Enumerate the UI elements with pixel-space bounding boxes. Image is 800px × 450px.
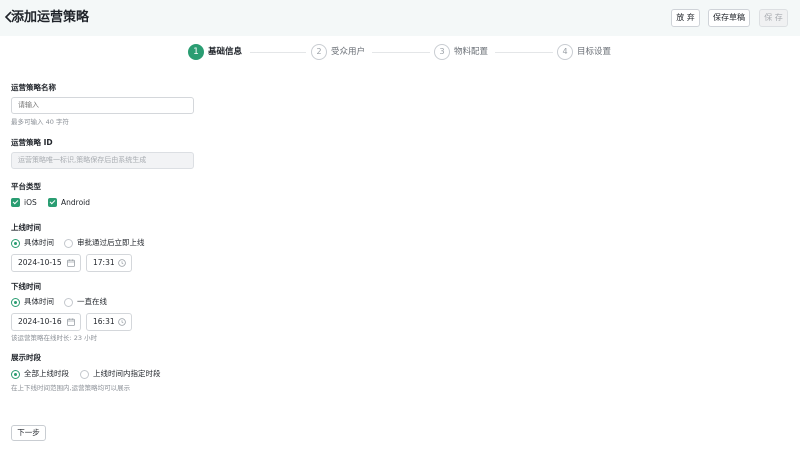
- display-period-hint: 在上下线时间范围内,运营策略均可以展示: [11, 384, 131, 392]
- all-online-period-radio[interactable]: [11, 369, 20, 379]
- ios-checkbox[interactable]: [11, 198, 20, 207]
- step-number: 1: [188, 44, 204, 60]
- display-period-label: 展示时段: [11, 353, 41, 362]
- clock-icon: [118, 318, 126, 326]
- online-time-picker[interactable]: 17:31: [86, 254, 132, 272]
- calendar-icon: [67, 318, 75, 326]
- android-label: Android: [61, 198, 90, 207]
- discard-button[interactable]: 放 弃: [671, 9, 700, 27]
- platform-options: iOS Android: [11, 198, 411, 208]
- always-online-radio[interactable]: [64, 297, 73, 307]
- strategy-name-input[interactable]: [11, 97, 194, 114]
- page-header: 添加运营策略 放 弃 保存草稿 保 存: [0, 0, 800, 36]
- online-time-value: 17:31: [93, 258, 115, 267]
- android-checkbox[interactable]: [48, 198, 57, 207]
- display-period-options: 全部上线时段 上线时间内指定时段: [11, 369, 411, 379]
- page-title: 添加运营策略: [11, 10, 90, 25]
- always-online-label: 一直在线: [77, 297, 107, 306]
- save-button: 保 存: [759, 9, 788, 27]
- step-connector: [372, 52, 430, 53]
- online-time-label: 上线时间: [11, 223, 41, 232]
- online-date-value: 2024-10-15: [18, 258, 62, 267]
- strategy-name-label: 运营策略名称: [11, 83, 56, 92]
- online-specific-radio[interactable]: [11, 238, 20, 248]
- step-label: 物料配置: [454, 47, 489, 57]
- specified-period-label: 上线时间内指定时段: [93, 369, 161, 378]
- step-number: 4: [557, 44, 573, 60]
- all-online-period-label: 全部上线时段: [24, 369, 69, 378]
- strategy-id-field: 运营策略唯一标识,策略保存后由系统生成: [11, 152, 194, 169]
- platform-label: 平台类型: [11, 182, 41, 191]
- step-label: 基础信息: [208, 47, 243, 57]
- offline-time-value: 16:31: [93, 317, 115, 326]
- offline-time-picker[interactable]: 16:31: [86, 313, 132, 331]
- step-connector: [250, 52, 306, 53]
- strategy-id-label: 运营策略 ID: [11, 138, 53, 147]
- step-number: 2: [311, 44, 327, 60]
- online-after-approval-radio[interactable]: [64, 238, 73, 248]
- offline-date-value: 2024-10-16: [18, 317, 62, 326]
- online-after-approval-label: 审批通过后立即上线: [77, 238, 145, 247]
- offline-specific-label: 具体时间: [24, 297, 54, 306]
- ios-label: iOS: [24, 198, 37, 207]
- online-specific-label: 具体时间: [24, 238, 54, 247]
- step-label: 目标设置: [577, 47, 612, 57]
- step-connector: [495, 52, 553, 53]
- offline-time-options: 具体时间 一直在线: [11, 297, 411, 307]
- save-draft-button[interactable]: 保存草稿: [708, 9, 750, 27]
- clock-icon: [118, 259, 126, 267]
- offline-date-picker[interactable]: 2024-10-16: [11, 313, 81, 331]
- step-number: 3: [434, 44, 450, 60]
- specified-period-radio[interactable]: [80, 369, 89, 379]
- online-duration-hint: 该运营策略在线时长: 23 小时: [11, 334, 98, 342]
- next-step-button[interactable]: 下一步: [11, 425, 46, 441]
- strategy-name-hint: 最多可输入 40 字符: [11, 118, 69, 126]
- offline-time-label: 下线时间: [11, 282, 41, 291]
- calendar-icon: [67, 259, 75, 267]
- offline-specific-radio[interactable]: [11, 297, 20, 307]
- online-date-picker[interactable]: 2024-10-15: [11, 254, 81, 272]
- steps-bar: 1 基础信息 2 受众用户 3 物料配置 4 目标设置: [0, 43, 800, 61]
- step-label: 受众用户: [331, 47, 366, 57]
- online-time-options: 具体时间 审批通过后立即上线: [11, 238, 411, 248]
